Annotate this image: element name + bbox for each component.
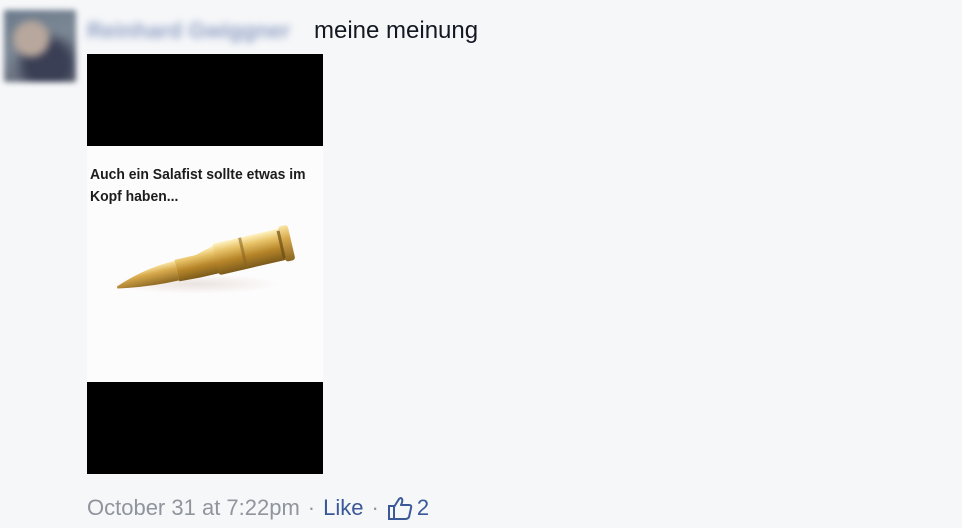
- like-count-button[interactable]: 2: [387, 495, 429, 521]
- thumbs-up-icon: [387, 497, 413, 520]
- meme-image: Auch ein Salafist sollte etwas im Kopf h…: [87, 146, 323, 382]
- comment: Reinhard Gwiggner meine meinung Auch ein…: [0, 0, 962, 528]
- separator: ·: [307, 495, 316, 520]
- comment-text: meine meinung: [314, 17, 479, 44]
- comment-author-name[interactable]: Reinhard Gwiggner: [87, 18, 290, 44]
- like-count: 2: [416, 495, 430, 520]
- like-button[interactable]: Like: [323, 495, 363, 521]
- comment-meta: October 31 at 7:22pm · Like · 2: [87, 495, 429, 521]
- timestamp[interactable]: October 31 at 7:22pm: [87, 495, 300, 521]
- bullet-icon: [116, 225, 295, 289]
- comment-attachment-image[interactable]: Auch ein Salafist sollte etwas im Kopf h…: [87, 54, 323, 474]
- separator: ·: [371, 495, 379, 520]
- avatar[interactable]: [4, 10, 76, 82]
- meme-caption: Auch ein Salafist sollte etwas im Kopf h…: [90, 166, 306, 205]
